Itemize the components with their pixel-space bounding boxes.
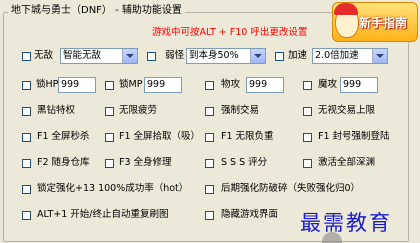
newbie-guide-label: 新手指南 (359, 16, 408, 30)
hide-game-ui-checkbox[interactable] (205, 211, 214, 220)
phys-atk-checkbox[interactable] (205, 81, 214, 90)
phys-atk-label: 物攻 (221, 79, 241, 90)
ignore-trade-limit-label: 无视交易上限 (318, 105, 376, 116)
anti-break-checkbox[interactable] (205, 185, 214, 194)
invincible-select-value: 智能无敌 (63, 50, 102, 61)
invincible-select[interactable]: 智能无敌 (60, 48, 138, 64)
f1-infinite-weight-label: F1 无限负重 (221, 131, 274, 142)
speed-label: 加速 (288, 50, 308, 61)
group-title: 地下城与勇士（DNF） - 辅助功能设置 (8, 5, 185, 17)
f3-full-repair-checkbox[interactable] (105, 159, 114, 168)
auto-repeat-dungeon-label: ALT+1 开始/终止自动重复刷图 (37, 209, 169, 220)
mascot-icon (334, 3, 359, 38)
f2-portable-storage-label: F2 随身仓库 (37, 157, 90, 168)
infinite-fatigue-label: 无限疲劳 (119, 105, 158, 116)
chevron-down-icon[interactable] (372, 49, 387, 63)
weak-monster-select[interactable]: 到本身50% (186, 48, 266, 64)
mag-atk-input[interactable]: 999 (340, 77, 378, 93)
f2-portable-storage-checkbox[interactable] (22, 159, 31, 168)
f3-full-repair-label: F3 全身修理 (119, 157, 172, 168)
lock-mp-input[interactable]: 999 (144, 77, 182, 93)
chevron-down-icon[interactable] (122, 49, 137, 63)
f1-banned-login-label: F1 封号强制登陆 (318, 131, 390, 142)
lock-mp-label: 锁MP (119, 79, 143, 90)
auto-repeat-dungeon-checkbox[interactable] (22, 211, 31, 220)
watermark-text: 最需教育 (300, 211, 392, 235)
lock-enhance-13-checkbox[interactable] (22, 185, 31, 194)
infinite-fatigue-checkbox[interactable] (105, 107, 114, 116)
f1-banned-login-checkbox[interactable] (303, 133, 312, 142)
f1-fullscreen-kill-checkbox[interactable] (22, 133, 31, 142)
invincible-label: 无敌 (34, 50, 54, 61)
speed-select-value: 2.0倍加速 (315, 50, 359, 61)
hide-game-ui-label: 隐藏游戏界面 (221, 209, 279, 220)
f1-fullscreen-pickup-label: F1 全屏拾取（吸） (119, 131, 201, 142)
lock-hp-input[interactable]: 999 (58, 77, 96, 93)
ignore-trade-limit-checkbox[interactable] (303, 107, 312, 116)
mag-atk-checkbox[interactable] (303, 81, 312, 90)
weak-monster-checkbox[interactable] (147, 52, 156, 61)
sss-score-checkbox[interactable] (205, 159, 214, 168)
f1-fullscreen-kill-label: F1 全屏秒杀 (37, 131, 90, 142)
weak-monster-label: 弱怪 (165, 50, 185, 61)
hotkey-hint: 游戏中可按ALT + F10 呼出更改设置 (152, 27, 308, 38)
weak-monster-select-value: 到本身50% (189, 50, 239, 61)
black-diamond-label: 黑钻特权 (37, 105, 76, 116)
mag-atk-label: 魔攻 (318, 79, 338, 90)
lock-enhance-13-label: 锁定强化+13 100%成功率（hot） (37, 183, 189, 194)
phys-atk-input[interactable]: 999 (246, 77, 284, 93)
force-trade-checkbox[interactable] (205, 107, 214, 116)
force-trade-label: 强制交易 (221, 105, 260, 116)
black-diamond-checkbox[interactable] (22, 107, 31, 116)
f1-infinite-weight-checkbox[interactable] (205, 133, 214, 142)
activate-abyss-label: 激活全部深渊 (318, 157, 376, 168)
invincible-checkbox[interactable] (22, 52, 31, 61)
anti-break-label: 后期强化防破碎（失败强化归0） (221, 183, 361, 194)
lock-hp-checkbox[interactable] (22, 81, 31, 90)
speed-select[interactable]: 2.0倍加速 (312, 48, 388, 64)
settings-window: 地下城与勇士（DNF） - 辅助功能设置 游戏中可按ALT + F10 呼出更改… (0, 0, 420, 243)
chevron-down-icon[interactable] (250, 49, 265, 63)
lock-hp-label: 锁HP (36, 79, 59, 90)
activate-abyss-checkbox[interactable] (303, 159, 312, 168)
sss-score-label: S S S 评分 (221, 157, 268, 168)
newbie-guide-button[interactable]: 新手指南 (332, 2, 418, 42)
f1-fullscreen-pickup-checkbox[interactable] (105, 133, 114, 142)
lock-mp-checkbox[interactable] (105, 81, 114, 90)
speed-checkbox[interactable] (275, 52, 284, 61)
